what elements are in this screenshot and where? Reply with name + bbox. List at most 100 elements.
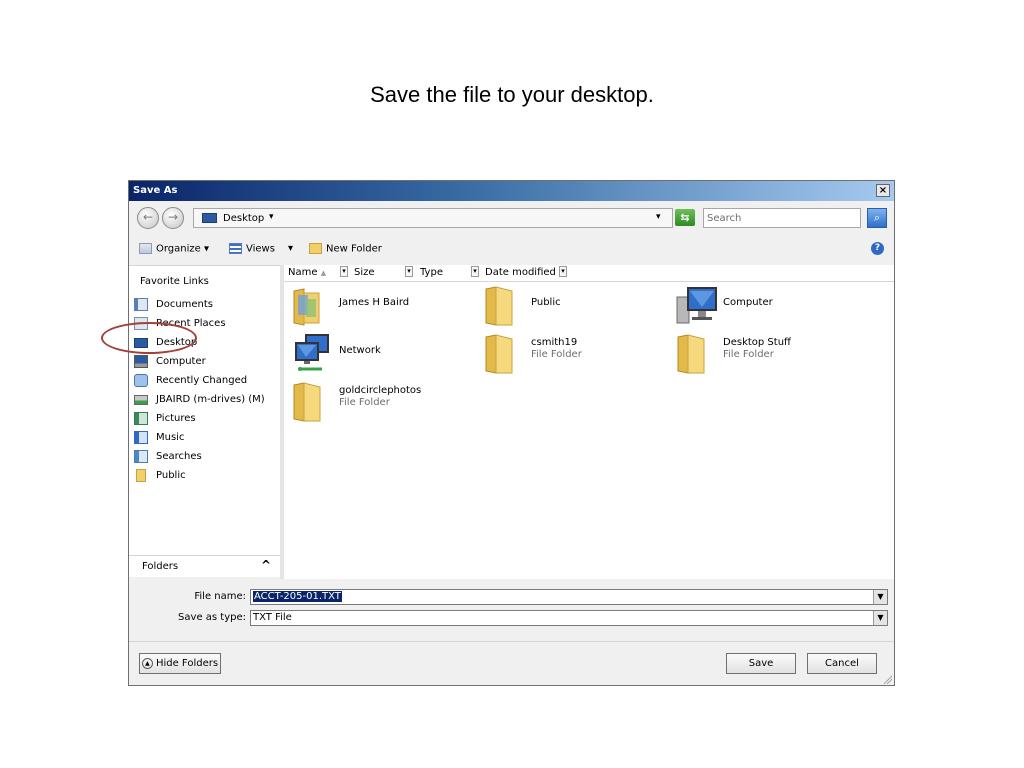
user-folder-icon bbox=[293, 288, 320, 326]
save-type-label: Save as type: bbox=[178, 612, 246, 623]
search-placeholder: Search bbox=[707, 213, 742, 224]
sidebar-item-music[interactable]: Music bbox=[134, 430, 274, 449]
item-type: File Folder bbox=[339, 397, 390, 408]
item-name: csmith19 bbox=[531, 337, 578, 348]
navigation-bar: ← → Desktop ▾ ▾ ⇆ Search ⌕ bbox=[129, 203, 894, 233]
column-type-filter[interactable]: ▾ bbox=[471, 266, 479, 277]
hide-folders-icon: ▲ bbox=[141, 657, 153, 669]
folder-icon bbox=[293, 382, 321, 422]
back-arrow-icon: ← bbox=[142, 210, 154, 224]
list-item-network[interactable]: Network bbox=[292, 333, 482, 377]
views-chevron-icon[interactable]: ▾ bbox=[288, 243, 293, 254]
list-item-james-h-baird[interactable]: James H Baird bbox=[292, 285, 482, 329]
computer-icon bbox=[134, 355, 148, 368]
column-size-filter[interactable]: ▾ bbox=[405, 266, 413, 277]
favorite-links-header: Favorite Links bbox=[140, 276, 209, 287]
documents-icon bbox=[134, 298, 148, 311]
dialog-title: Save As bbox=[133, 185, 178, 196]
sidebar-item-label: Public bbox=[156, 470, 186, 481]
column-type[interactable]: Type bbox=[420, 267, 443, 278]
close-button[interactable]: × bbox=[876, 184, 890, 197]
save-as-dialog: Save As × ← → Desktop ▾ ▾ ⇆ Search ⌕ Org… bbox=[128, 180, 895, 686]
sidebar-item-computer[interactable]: Computer bbox=[134, 354, 274, 373]
forward-button[interactable]: → bbox=[162, 207, 184, 229]
column-date-filter[interactable]: ▾ bbox=[559, 266, 567, 277]
column-header: Name ▲ ▾ Size ▾ Type ▾ Date modified ▾ bbox=[284, 265, 894, 282]
item-type: File Folder bbox=[723, 349, 774, 360]
item-name: Network bbox=[339, 345, 381, 356]
annotation-ring bbox=[101, 322, 197, 354]
sidebar-item-network-drive[interactable]: JBAIRD (m-drives) (M) bbox=[134, 392, 274, 411]
refresh-button[interactable]: ⇆ bbox=[675, 209, 695, 226]
sidebar-item-pictures[interactable]: Pictures bbox=[134, 411, 274, 430]
list-item-computer[interactable]: Computer bbox=[676, 285, 866, 329]
cancel-button[interactable]: Cancel bbox=[807, 653, 877, 674]
item-name: Desktop Stuff bbox=[723, 337, 791, 348]
organize-button[interactable]: Organize ▾ bbox=[139, 243, 209, 255]
sidebar-item-label: Documents bbox=[156, 299, 214, 310]
command-toolbar: Organize ▾ Views ▾ New Folder ? bbox=[129, 237, 894, 261]
resize-grip[interactable] bbox=[882, 674, 892, 684]
save-type-dropdown-icon[interactable]: ▼ bbox=[873, 611, 887, 625]
list-item-public[interactable]: Public bbox=[484, 285, 674, 329]
folders-toggle[interactable]: Folders ^ bbox=[129, 555, 280, 577]
sidebar-item-label: Music bbox=[156, 432, 185, 443]
views-label: Views bbox=[246, 243, 275, 255]
folders-label: Folders bbox=[142, 561, 179, 572]
column-name-filter[interactable]: ▾ bbox=[340, 266, 348, 277]
sidebar-item-searches[interactable]: Searches bbox=[134, 449, 274, 468]
navigation-pane: Favorite Links Documents Recent Places D… bbox=[129, 265, 280, 577]
crumb-chevron-icon[interactable]: ▾ bbox=[269, 212, 274, 222]
sidebar-item-label: Recently Changed bbox=[156, 375, 248, 386]
search-button[interactable]: ⌕ bbox=[867, 208, 887, 228]
column-date[interactable]: Date modified bbox=[485, 267, 556, 278]
address-bar[interactable]: Desktop ▾ bbox=[193, 208, 673, 228]
sidebar-item-label: Searches bbox=[156, 451, 202, 462]
hide-folders-button[interactable]: ▲ Hide Folders bbox=[139, 653, 221, 674]
column-name-label: Name bbox=[288, 267, 318, 278]
save-button[interactable]: Save bbox=[726, 653, 796, 674]
back-button[interactable]: ← bbox=[137, 207, 159, 229]
help-button[interactable]: ? bbox=[871, 242, 884, 255]
hide-folders-label: Hide Folders bbox=[155, 658, 219, 669]
network-icon bbox=[295, 334, 329, 371]
searches-icon bbox=[134, 450, 148, 463]
pictures-icon bbox=[134, 412, 148, 425]
column-size[interactable]: Size bbox=[354, 267, 375, 278]
sidebar-item-public[interactable]: Public bbox=[134, 468, 274, 487]
file-form: File name: ACCT-205-01.TXT ▼ Save as typ… bbox=[129, 579, 894, 635]
views-button[interactable]: Views bbox=[229, 243, 275, 255]
public-folder-icon bbox=[136, 469, 146, 482]
list-item-desktop-stuff[interactable]: Desktop Stuff File Folder bbox=[676, 333, 866, 377]
save-type-value: TXT File bbox=[253, 612, 292, 623]
sidebar-item-label: Computer bbox=[156, 356, 206, 367]
filename-dropdown-icon[interactable]: ▼ bbox=[873, 590, 887, 604]
sidebar-item-recently-changed[interactable]: Recently Changed bbox=[134, 373, 274, 392]
dialog-titlebar[interactable]: Save As × bbox=[129, 181, 894, 201]
organize-icon bbox=[139, 243, 152, 254]
folder-icon bbox=[485, 286, 513, 326]
file-list: Name ▲ ▾ Size ▾ Type ▾ Date modified ▾ J… bbox=[284, 265, 894, 579]
list-item-goldcirclephotos[interactable]: goldcirclephotos File Folder bbox=[292, 381, 482, 425]
views-icon bbox=[229, 243, 242, 254]
list-item-csmith19[interactable]: csmith19 File Folder bbox=[484, 333, 674, 377]
address-crumb-desktop[interactable]: Desktop bbox=[223, 213, 264, 224]
sidebar-item-documents[interactable]: Documents bbox=[134, 297, 274, 316]
column-name[interactable]: Name ▲ bbox=[288, 267, 326, 278]
filename-label: File name: bbox=[194, 591, 246, 602]
address-dropdown-icon[interactable]: ▾ bbox=[656, 212, 661, 222]
music-icon bbox=[134, 431, 148, 444]
filename-input[interactable]: ACCT-205-01.TXT ▼ bbox=[250, 589, 888, 605]
search-input[interactable]: Search bbox=[703, 208, 861, 228]
new-folder-icon bbox=[309, 243, 322, 254]
slide-title: Save the file to your desktop. bbox=[370, 82, 654, 107]
item-name: James H Baird bbox=[339, 297, 410, 308]
save-type-select[interactable]: TXT File ▼ bbox=[250, 610, 888, 626]
recently-changed-icon bbox=[134, 374, 148, 387]
item-name: goldcirclephotos bbox=[339, 385, 422, 396]
organize-label: Organize ▾ bbox=[156, 243, 209, 255]
caret-up-icon: ^ bbox=[261, 558, 272, 572]
network-drive-icon bbox=[134, 395, 148, 405]
computer-icon bbox=[676, 287, 717, 324]
new-folder-button[interactable]: New Folder bbox=[309, 243, 382, 255]
